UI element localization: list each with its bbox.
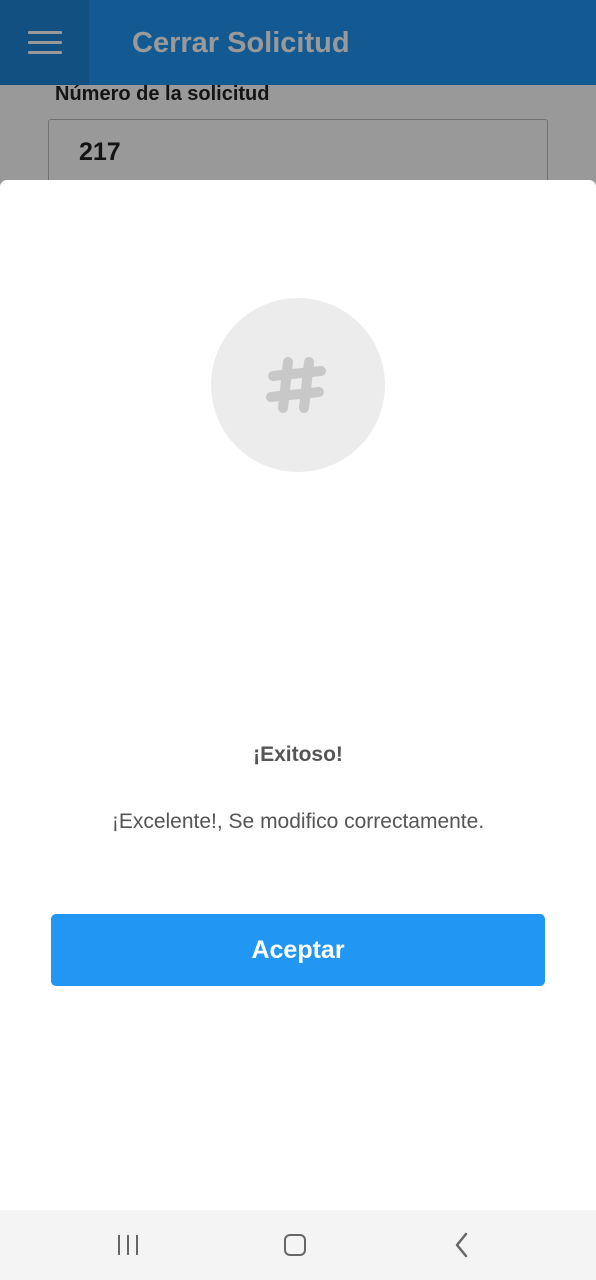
success-dialog: ¡Exitoso! ¡Excelente!, Se modifico corre… <box>0 180 596 1210</box>
recents-button[interactable] <box>88 1210 168 1280</box>
system-navigation-bar <box>0 1210 596 1280</box>
screen: Cerrar Solicitud Número de la solicitud … <box>0 0 596 1280</box>
accept-button[interactable]: Aceptar <box>51 914 545 986</box>
home-button[interactable] <box>255 1210 335 1280</box>
recent-apps-icon <box>118 1235 138 1255</box>
back-button[interactable] <box>422 1210 502 1280</box>
dialog-title: ¡Exitoso! <box>253 743 343 766</box>
dialog-message: ¡Excelente!, Se modifico correctamente. <box>111 810 485 833</box>
dialog-icon-circle <box>211 298 385 472</box>
hashtag-icon <box>266 357 326 413</box>
home-icon <box>284 1234 306 1256</box>
back-icon <box>455 1232 468 1258</box>
